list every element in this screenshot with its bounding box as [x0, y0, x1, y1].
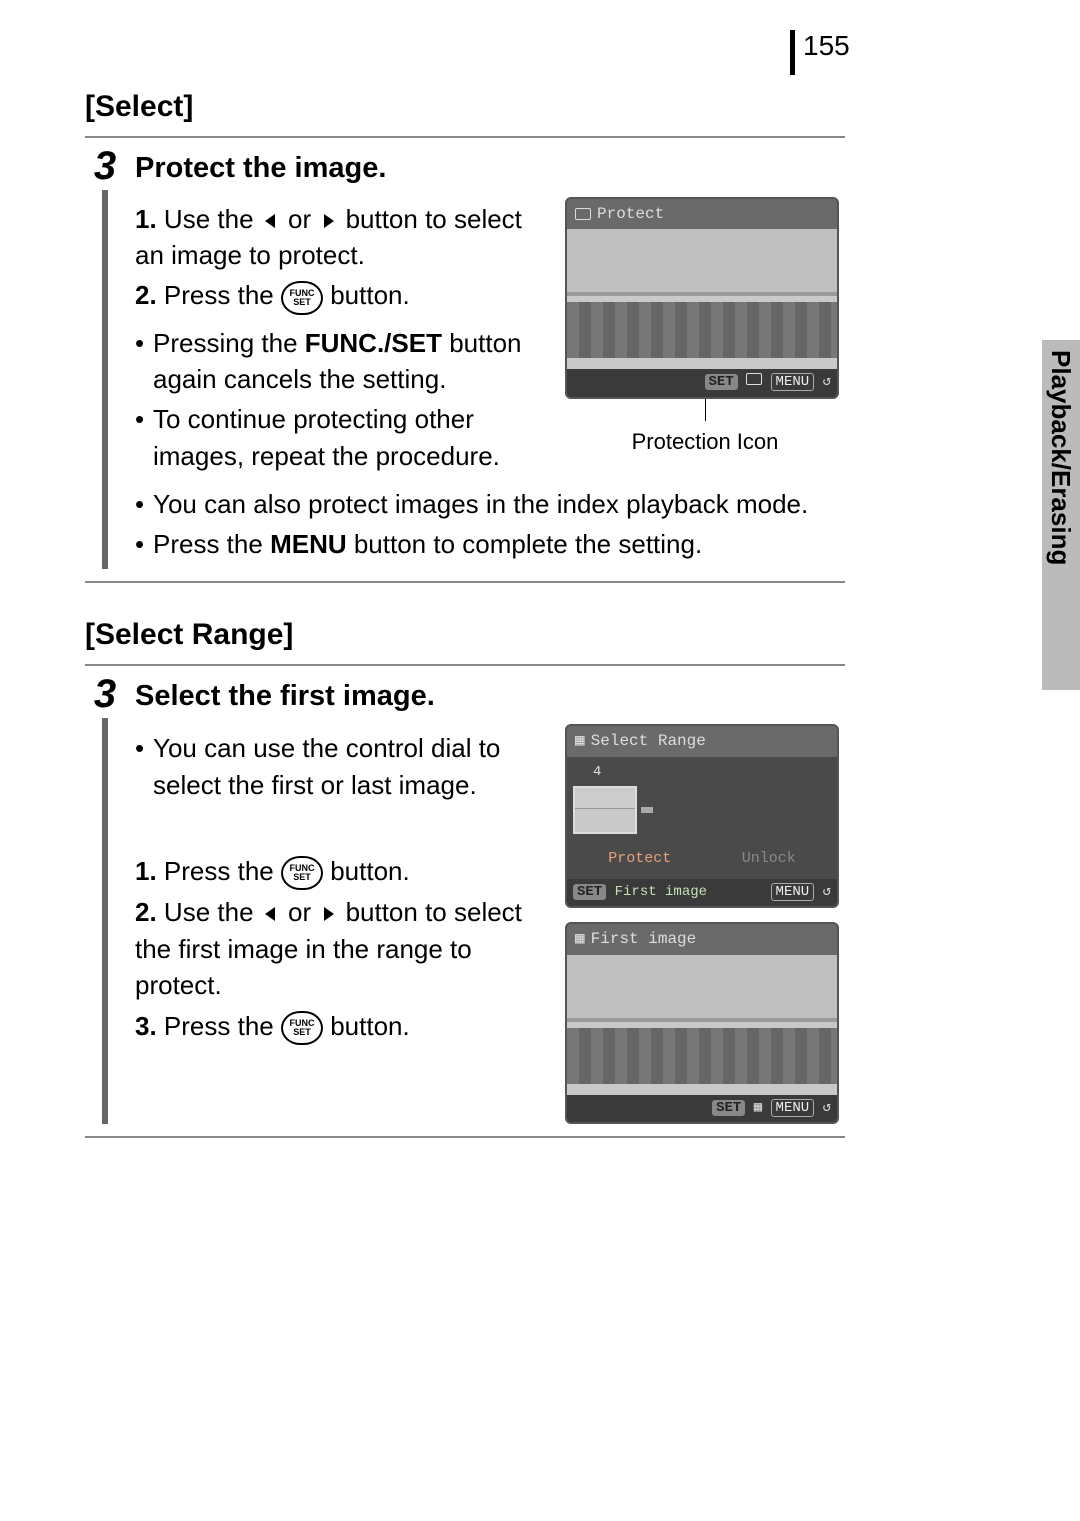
first-image-label: First image: [615, 884, 707, 900]
lcd-screenshot-protect: Protect SET MENU ↺: [565, 197, 845, 458]
grid-icon: ▦: [754, 1100, 762, 1116]
step-block-select-first: 3 Select the first image. You can use th…: [85, 664, 845, 1139]
left-arrow-icon: [261, 211, 281, 231]
grid-icon: ▦: [575, 730, 585, 752]
step-number: 3: [94, 146, 116, 186]
range-count: 4: [593, 763, 831, 783]
right-arrow-icon: [318, 211, 338, 231]
note-item: You can also protect images in the index…: [135, 486, 845, 522]
menu-badge: MENU: [771, 1099, 815, 1117]
set-badge: SET: [705, 374, 738, 390]
menu-badge: MENU: [771, 373, 815, 391]
set-badge: SET: [573, 884, 606, 900]
step-title-select-first: Select the first image.: [135, 676, 845, 717]
menu-badge: MENU: [771, 883, 815, 901]
page-number-text: 155: [803, 30, 850, 62]
step-title-protect: Protect the image.: [135, 148, 845, 189]
set-badge: SET: [712, 1100, 745, 1116]
section-heading-select-range: [Select Range]: [85, 618, 845, 652]
range-bar: [641, 807, 653, 813]
note-item: Press the MENU button to complete the se…: [135, 526, 845, 562]
lcd-caption: Protection Icon: [565, 427, 845, 458]
right-arrow-icon: [318, 904, 338, 924]
section-heading-select: [Select]: [85, 90, 845, 124]
back-arrow-icon: ↺: [823, 1099, 831, 1119]
step-substep: 1. Use the or button to select an image …: [135, 201, 547, 274]
option-protect: Protect: [608, 848, 671, 869]
step-substep: 3. Press the FUNCSET button.: [135, 1008, 547, 1045]
lcd-screenshot-select-range: ▦ Select Range 4 Protect: [565, 724, 839, 908]
thumbnail: [573, 786, 637, 834]
section-tab-label: Playback/Erasing: [1045, 350, 1076, 565]
grid-icon: ▦: [575, 928, 585, 950]
key-icon: [575, 208, 591, 220]
left-arrow-icon: [261, 904, 281, 924]
func-set-button-icon: FUNCSET: [281, 856, 323, 890]
lcd-title: First image: [591, 928, 697, 950]
step-substep: 1. Press the FUNCSET button.: [135, 853, 547, 890]
lcd-title: Select Range: [591, 730, 706, 752]
back-arrow-icon: ↺: [823, 373, 831, 393]
lcd-title: Protect: [597, 203, 664, 225]
page-number: 155: [790, 30, 850, 75]
key-icon: [746, 373, 762, 385]
step-block-protect: 3 Protect the image. 1. Use the: [85, 136, 845, 583]
note-item: You can use the control dial to select t…: [135, 730, 547, 803]
option-unlock: Unlock: [742, 848, 796, 869]
step-number: 3: [94, 674, 116, 714]
note-item: Pressing the FUNC./SET button again canc…: [135, 325, 547, 398]
step-substep: 2. Press the FUNCSET button.: [135, 277, 547, 314]
func-set-button-icon: FUNCSET: [281, 281, 323, 315]
back-arrow-icon: ↺: [823, 883, 831, 903]
lcd-screenshot-first-image: ▦ First image SET ▦ MENU ↺: [565, 922, 839, 1124]
note-item: To continue protecting other images, rep…: [135, 401, 547, 474]
step-substep: 2. Use the or button to select the first…: [135, 894, 547, 1003]
func-set-button-icon: FUNCSET: [281, 1011, 323, 1045]
